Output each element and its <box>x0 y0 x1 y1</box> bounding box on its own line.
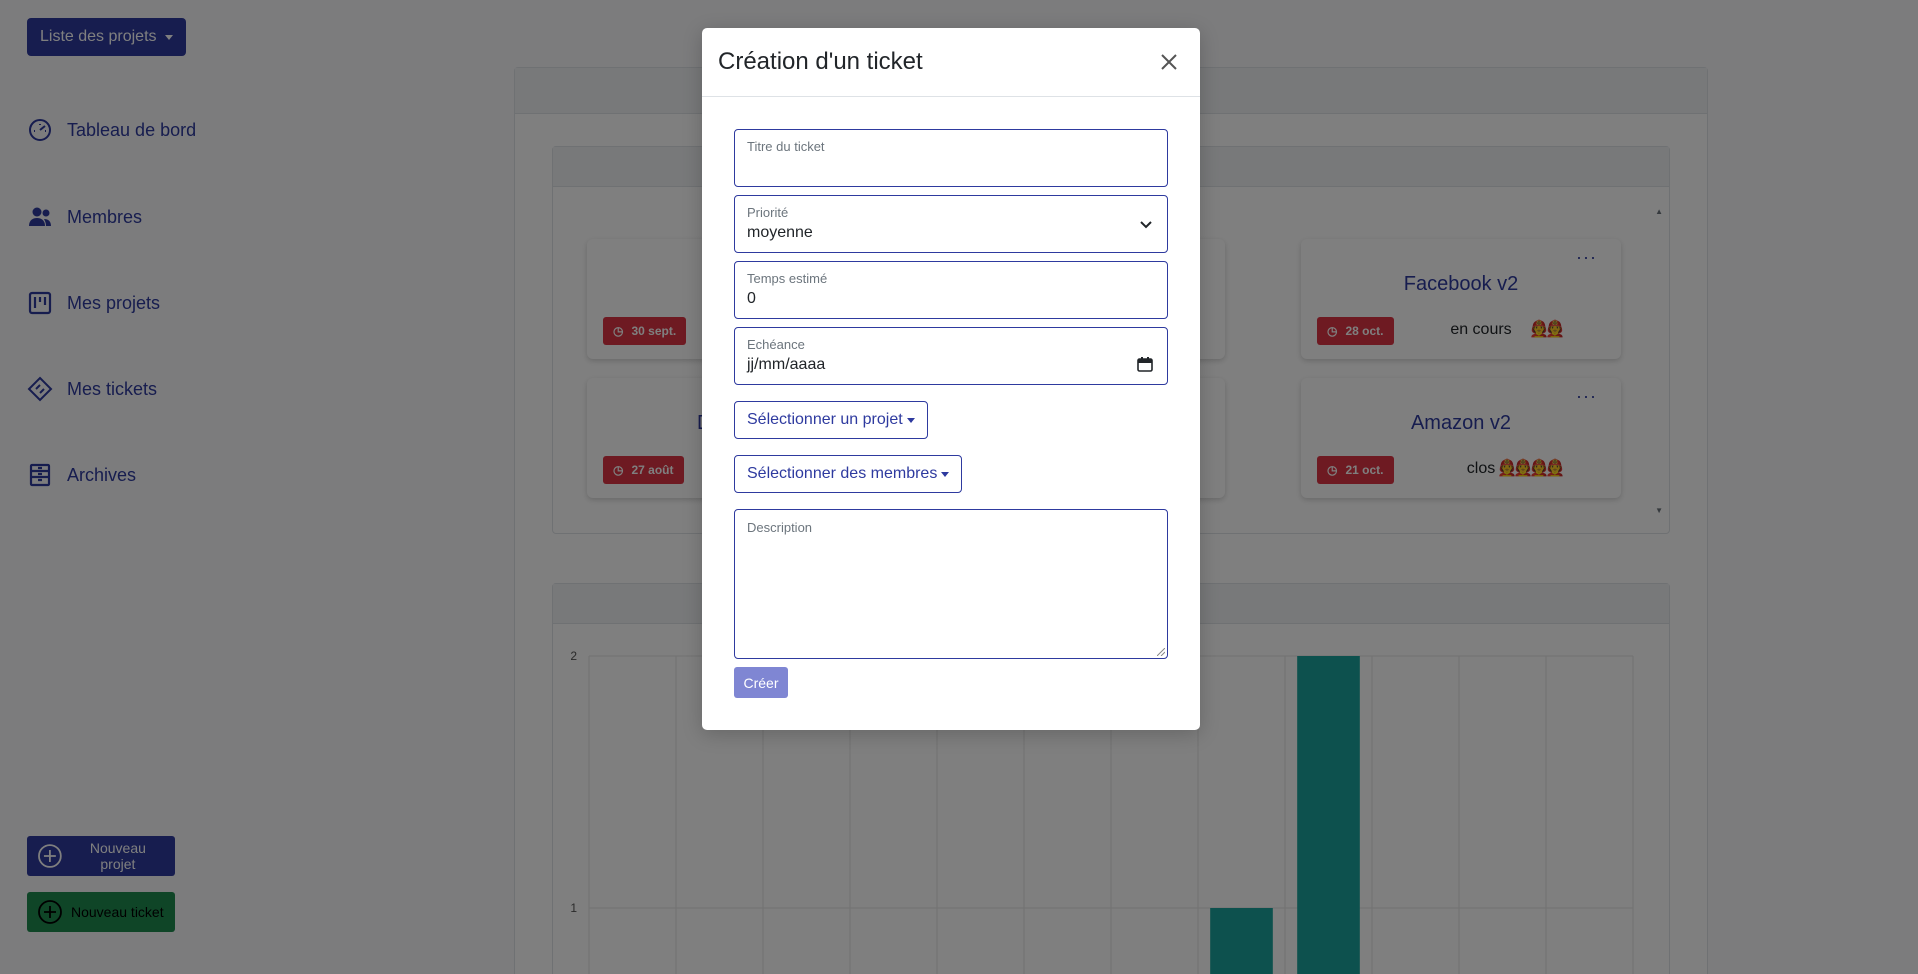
calendar-icon[interactable] <box>1137 356 1153 372</box>
caret-down-icon <box>941 471 950 477</box>
due-date-value: jj/mm/aaaa <box>747 356 826 373</box>
create-ticket-modal: Création d'un ticket Titre du ticket Pri… <box>702 28 1200 730</box>
modal-title: Création d'un ticket <box>718 48 923 75</box>
select-members-label: Sélectionner des membres <box>747 465 938 482</box>
close-button[interactable] <box>1154 47 1184 77</box>
estimated-time-value: 0 <box>747 290 756 307</box>
priority-select[interactable]: Priorité moyenne <box>734 195 1168 253</box>
due-date-label: Echéance <box>747 337 805 352</box>
select-project-dropdown[interactable]: Sélectionner un projet <box>734 401 928 439</box>
priority-value: moyenne <box>747 224 813 241</box>
estimated-time-field[interactable]: Temps estimé 0 <box>734 261 1168 319</box>
chevron-down-icon <box>1140 221 1152 229</box>
select-project-label: Sélectionner un projet <box>747 411 903 428</box>
close-icon <box>1161 54 1177 70</box>
priority-label: Priorité <box>747 205 789 220</box>
ticket-title-label: Titre du ticket <box>747 139 825 154</box>
modal-header: Création d'un ticket <box>702 28 1200 97</box>
create-button[interactable]: Créer <box>734 667 788 698</box>
select-members-dropdown[interactable]: Sélectionner des membres <box>734 455 963 493</box>
caret-down-icon <box>906 417 915 423</box>
due-date-field[interactable]: Echéance jj/mm/aaaa <box>734 327 1168 385</box>
resize-grip-icon[interactable] <box>1157 648 1165 656</box>
estimated-time-label: Temps estimé <box>747 271 828 286</box>
ticket-title-field[interactable]: Titre du ticket <box>734 129 1168 187</box>
description-label: Description <box>747 520 813 535</box>
description-textarea[interactable]: Description <box>734 509 1168 659</box>
